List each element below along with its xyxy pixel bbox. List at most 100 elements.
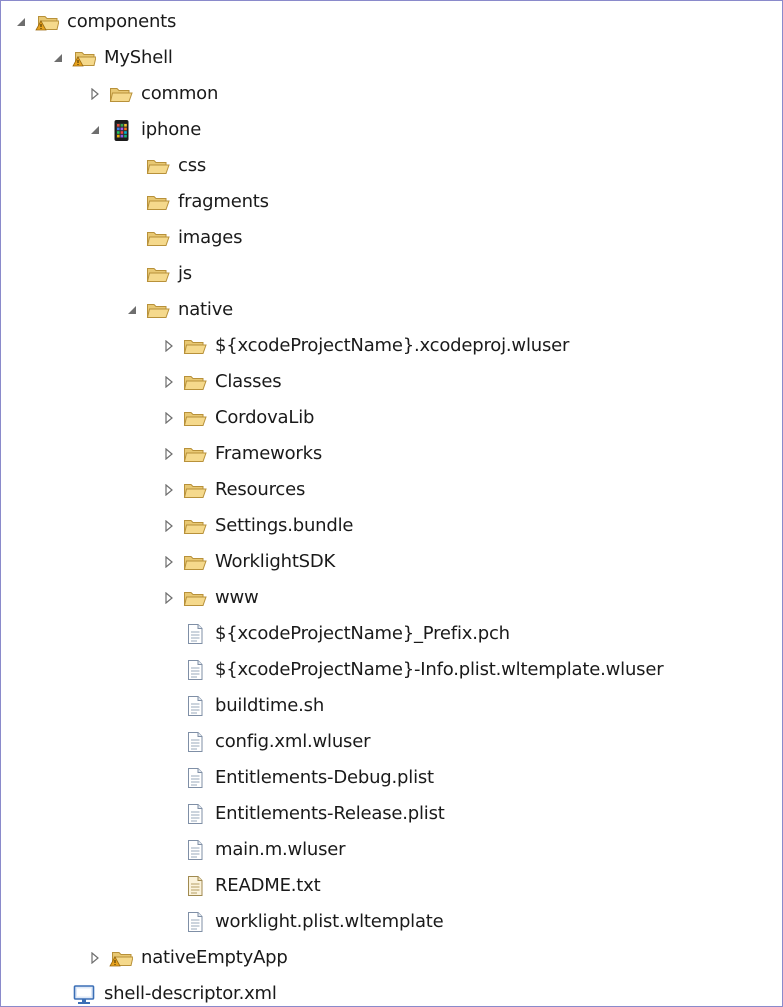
tree-item[interactable]: Entitlements-Debug.plist (1, 760, 782, 796)
tree-item-label: shell-descriptor.xml (104, 983, 277, 1004)
expand-toggle-icon[interactable] (159, 516, 179, 536)
expand-toggle-icon[interactable] (159, 372, 179, 392)
collapse-toggle-icon[interactable] (122, 300, 142, 320)
tree-item-label: fragments (178, 191, 269, 212)
tree-item[interactable]: WorklightSDK (1, 544, 782, 580)
tree-item[interactable]: nativeEmptyApp (1, 940, 782, 976)
tree-item[interactable]: js (1, 256, 782, 292)
warning-folder-icon (109, 947, 133, 969)
folder-icon (146, 227, 170, 249)
tree-item[interactable]: README.txt (1, 868, 782, 904)
iphone-icon (109, 119, 133, 141)
monitor-icon (72, 983, 96, 1005)
folder-icon (146, 191, 170, 213)
tree-item[interactable]: native (1, 292, 782, 328)
tree-item-label: config.xml.wluser (215, 731, 371, 752)
tree-item[interactable]: ${xcodeProjectName}-Info.plist.wltemplat… (1, 652, 782, 688)
tree-item[interactable]: ${xcodeProjectName}_Prefix.pch (1, 616, 782, 652)
file-icon (183, 695, 207, 717)
text-file-icon (183, 875, 207, 897)
folder-icon (183, 515, 207, 537)
tree-item-label: MyShell (104, 47, 173, 68)
tree-item[interactable]: worklight.plist.wltemplate (1, 904, 782, 940)
tree-item-label: main.m.wluser (215, 839, 346, 860)
expand-toggle-icon[interactable] (159, 588, 179, 608)
folder-icon (109, 83, 133, 105)
folder-icon (146, 155, 170, 177)
file-icon (183, 623, 207, 645)
collapse-toggle-icon[interactable] (85, 120, 105, 140)
file-icon (183, 731, 207, 753)
folder-icon (183, 371, 207, 393)
expand-toggle-icon[interactable] (159, 552, 179, 572)
tree-item-label: WorklightSDK (215, 551, 336, 572)
expand-toggle-icon[interactable] (159, 480, 179, 500)
tree-item[interactable]: fragments (1, 184, 782, 220)
tree-item[interactable]: iphone (1, 112, 782, 148)
tree-item[interactable]: CordovaLib (1, 400, 782, 436)
collapse-toggle-icon[interactable] (11, 12, 31, 32)
file-icon (183, 767, 207, 789)
tree-item[interactable]: css (1, 148, 782, 184)
folder-icon (183, 407, 207, 429)
tree-item-label: Classes (215, 371, 282, 392)
folder-icon (146, 263, 170, 285)
tree-item-label: ${xcodeProjectName}_Prefix.pch (215, 623, 510, 644)
tree-item-label: js (178, 263, 192, 284)
tree-item[interactable]: ${xcodeProjectName}.xcodeproj.wluser (1, 328, 782, 364)
tree-item[interactable]: main.m.wluser (1, 832, 782, 868)
expand-toggle-icon[interactable] (85, 948, 105, 968)
tree-item-label: nativeEmptyApp (141, 947, 288, 968)
folder-icon (183, 443, 207, 465)
expand-toggle-icon[interactable] (159, 408, 179, 428)
expand-toggle-icon[interactable] (159, 336, 179, 356)
collapse-toggle-icon[interactable] (48, 48, 68, 68)
warning-folder-icon (35, 11, 59, 33)
file-icon (183, 659, 207, 681)
file-icon (183, 911, 207, 933)
tree-item-label: css (178, 155, 207, 176)
tree-item-label: iphone (141, 119, 202, 140)
tree-item[interactable]: Settings.bundle (1, 508, 782, 544)
tree-item-label: worklight.plist.wltemplate (215, 911, 444, 932)
tree-item[interactable]: Resources (1, 472, 782, 508)
tree-item-label: buildtime.sh (215, 695, 325, 716)
file-icon (183, 839, 207, 861)
project-explorer-tree: components MyShell common iphone css fragment… (0, 0, 783, 1007)
tree-item-label: Resources (215, 479, 306, 500)
tree-item-label: native (178, 299, 234, 320)
tree-item[interactable]: Frameworks (1, 436, 782, 472)
tree-item[interactable]: www (1, 580, 782, 616)
folder-icon (183, 587, 207, 609)
tree-item[interactable]: shell-descriptor.xml (1, 976, 782, 1006)
folder-icon (146, 299, 170, 321)
tree-item-label: Entitlements-Debug.plist (215, 767, 434, 788)
tree-item[interactable]: buildtime.sh (1, 688, 782, 724)
tree-item[interactable]: images (1, 220, 782, 256)
tree-item-label: Settings.bundle (215, 515, 354, 536)
tree-item-label: CordovaLib (215, 407, 315, 428)
tree-item[interactable]: config.xml.wluser (1, 724, 782, 760)
tree-item[interactable]: Classes (1, 364, 782, 400)
tree-item-label: Entitlements-Release.plist (215, 803, 445, 824)
tree-item-label: components (67, 11, 177, 32)
tree-item-label: Frameworks (215, 443, 323, 464)
folder-icon (183, 335, 207, 357)
expand-toggle-icon[interactable] (85, 84, 105, 104)
tree-item[interactable]: Entitlements-Release.plist (1, 796, 782, 832)
tree-item-label: ${xcodeProjectName}-Info.plist.wltemplat… (215, 659, 664, 680)
tree-item[interactable]: components (1, 4, 782, 40)
expand-toggle-icon[interactable] (159, 444, 179, 464)
tree-item[interactable]: MyShell (1, 40, 782, 76)
tree-item[interactable]: common (1, 76, 782, 112)
tree-item-label: ${xcodeProjectName}.xcodeproj.wluser (215, 335, 570, 356)
